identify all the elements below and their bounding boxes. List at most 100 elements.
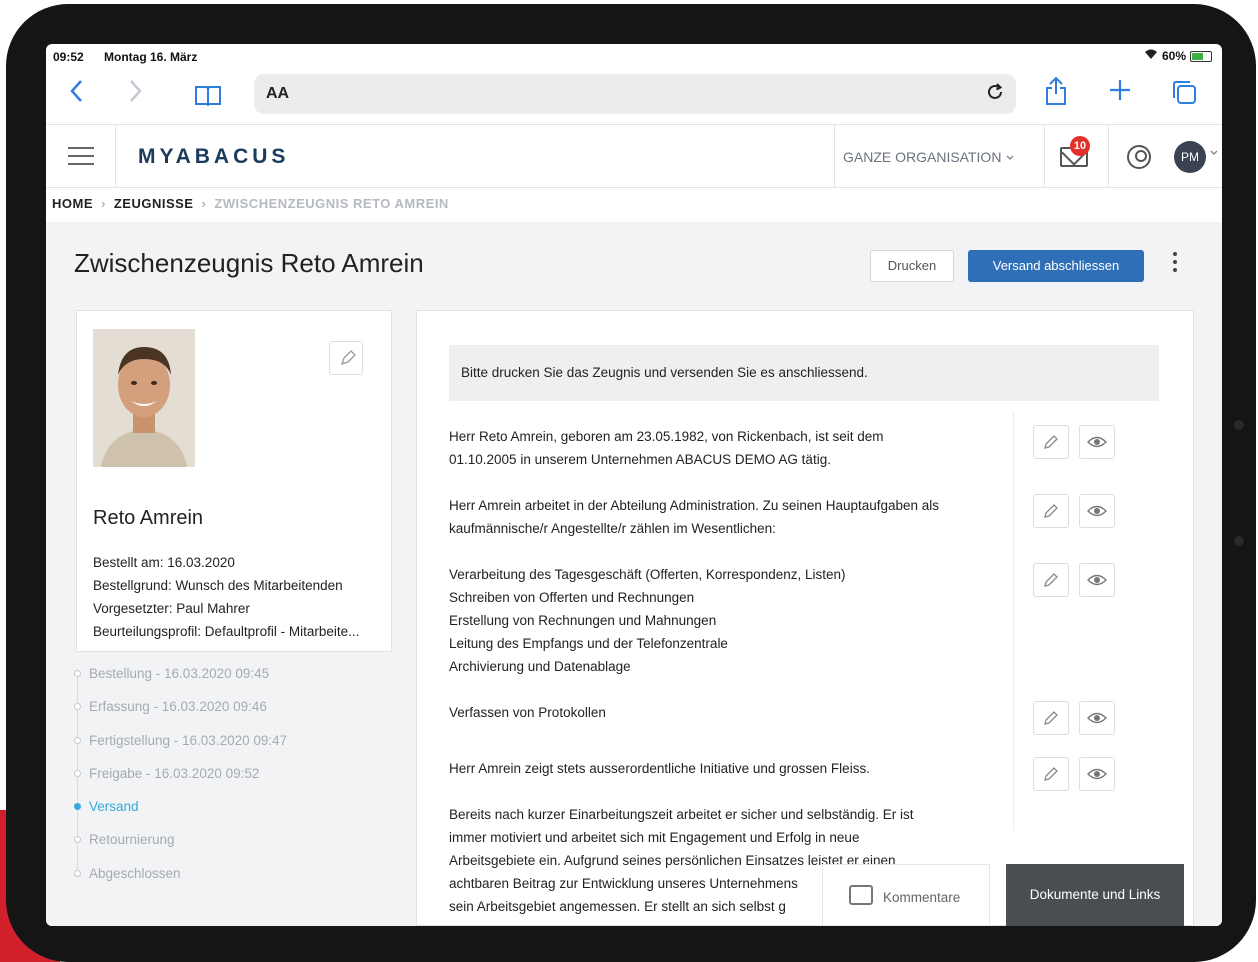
- eye-icon: [1087, 574, 1107, 586]
- pencil-icon: [1044, 504, 1058, 518]
- reload-icon[interactable]: [984, 81, 1006, 109]
- chevron-down-icon: [1005, 149, 1015, 165]
- pencil-icon: [1044, 711, 1058, 725]
- tablet-screen: 09:52 Montag 16. März 60% AA MYABACUS GA…: [46, 44, 1222, 926]
- employee-card: Reto Amrein Bestellt am: 16.03.2020 Best…: [76, 310, 392, 652]
- preview-paragraph-button[interactable]: [1079, 563, 1115, 597]
- bookmarks-icon[interactable]: [194, 82, 222, 112]
- timeline-dot: [74, 869, 81, 877]
- breadcrumb-zeugnisse[interactable]: ZEUGNISSE: [114, 196, 194, 211]
- edit-paragraph-button[interactable]: [1033, 701, 1069, 735]
- battery-percent: 60%: [1161, 49, 1186, 63]
- paragraph-actions: [1033, 494, 1115, 528]
- organization-selector[interactable]: GANZE ORGANISATION: [834, 125, 1044, 187]
- pencil-icon: [1044, 573, 1058, 587]
- paragraph-department: Herr Amrein arbeitet in der Abteilung Ad…: [449, 498, 940, 536]
- breadcrumb-home[interactable]: HOME: [52, 196, 93, 211]
- text-size-button[interactable]: AA: [266, 85, 289, 103]
- forward-icon[interactable]: [128, 78, 144, 110]
- documents-links-button[interactable]: Dokumente und Links: [1006, 864, 1184, 926]
- tabs-icon[interactable]: [1170, 78, 1198, 112]
- paragraph-actions: [1033, 757, 1115, 791]
- edit-paragraph-button[interactable]: [1033, 494, 1069, 528]
- edit-paragraph-button[interactable]: [1033, 563, 1069, 597]
- panel-divider: [1013, 411, 1014, 831]
- timeline-dot: [74, 836, 81, 844]
- timeline-step: Bestellung - 16.03.2020 09:45: [74, 666, 376, 699]
- breadcrumb-current: ZWISCHENZEUGNIS RETO AMREIN: [214, 196, 449, 211]
- paragraph-actions: [1033, 701, 1115, 735]
- battery-icon: [1190, 50, 1212, 62]
- organization-selector-label: GANZE ORGANISATION: [843, 149, 1002, 165]
- eye-icon: [1087, 505, 1107, 517]
- notifications-button[interactable]: 10: [1044, 125, 1108, 187]
- status-bar: 09:52 Montag 16. März 60%: [46, 44, 1222, 68]
- employee-name: Reto Amrein: [93, 507, 204, 529]
- timeline-dot: [74, 703, 81, 711]
- comments-button[interactable]: Kommentare: [822, 864, 990, 926]
- browser-toolbar: AA: [46, 68, 1222, 122]
- pencil-icon: [340, 350, 356, 366]
- user-profile-button[interactable]: [1108, 125, 1172, 187]
- back-icon[interactable]: [68, 78, 84, 110]
- eye-icon: [1087, 436, 1107, 448]
- paragraph-intro: Herr Reto Amrein, geboren am 23.05.1982,…: [449, 429, 884, 467]
- paragraph-initiative: Herr Amrein zeigt stets ausserordentlich…: [449, 761, 870, 776]
- eye-icon: [1087, 768, 1107, 780]
- timeline-step: Erfassung - 16.03.2020 09:46: [74, 699, 376, 732]
- timeline-step: Freigabe - 16.03.2020 09:52: [74, 766, 376, 799]
- share-icon[interactable]: [1044, 76, 1068, 112]
- paragraph-actions: [1033, 425, 1115, 459]
- order-reason: Bestellgrund: Wunsch des Mitarbeitenden: [93, 578, 343, 593]
- status-right: 60%: [1144, 49, 1212, 63]
- more-options-icon[interactable]: [1170, 252, 1180, 282]
- order-date: Bestellt am: 16.03.2020: [93, 555, 235, 570]
- address-bar[interactable]: AA: [254, 74, 1016, 114]
- timeline-dot: [74, 736, 81, 744]
- comment-icon: [849, 885, 873, 905]
- new-tab-icon[interactable]: [1108, 78, 1132, 108]
- finish-dispatch-button[interactable]: Versand abschliessen: [968, 250, 1144, 282]
- app-header: MYABACUS GANZE ORGANISATION 10 PM: [46, 124, 1222, 188]
- pencil-icon: [1044, 435, 1058, 449]
- menu-icon[interactable]: [46, 125, 116, 187]
- preview-paragraph-button[interactable]: [1079, 757, 1115, 791]
- device-side-dot: [1234, 536, 1244, 546]
- supervisor: Vorgesetzter: Paul Mahrer: [93, 601, 250, 616]
- status-date: Montag 16. März: [104, 50, 198, 64]
- pencil-icon: [1044, 767, 1058, 781]
- avatar-chevron-icon[interactable]: [1209, 149, 1219, 160]
- paragraph-tasks: Verarbeitung des Tagesgeschäft (Offerten…: [449, 567, 846, 674]
- breadcrumb-separator-icon: ›: [201, 196, 207, 211]
- edit-paragraph-button[interactable]: [1033, 425, 1069, 459]
- employee-photo: [93, 329, 195, 467]
- user-icon: [1127, 145, 1151, 169]
- breadcrumb: HOME › ZEUGNISSE › ZWISCHENZEUGNIS RETO …: [52, 196, 449, 211]
- status-timeline: Bestellung - 16.03.2020 09:45 Erfassung …: [74, 666, 376, 899]
- timeline-step: Retournierung: [74, 832, 376, 865]
- preview-paragraph-button[interactable]: [1079, 701, 1115, 735]
- device-side-dot: [1234, 420, 1244, 430]
- wifi-icon: [1144, 49, 1158, 63]
- print-button[interactable]: Drucken: [870, 250, 954, 282]
- preview-paragraph-button[interactable]: [1079, 494, 1115, 528]
- timeline-dot: [74, 670, 81, 677]
- employee-details: Bestellt am: 16.03.2020 Bestellgrund: Wu…: [93, 551, 389, 643]
- paragraph-actions: [1033, 563, 1115, 597]
- eye-icon: [1087, 712, 1107, 724]
- page-title: Zwischenzeugnis Reto Amrein: [74, 248, 424, 278]
- edit-employee-button[interactable]: [329, 341, 363, 375]
- notification-badge: 10: [1070, 136, 1090, 156]
- app-logo[interactable]: MYABACUS: [138, 145, 289, 169]
- edit-paragraph-button[interactable]: [1033, 757, 1069, 791]
- paragraph-protocols: Verfassen von Protokollen: [449, 705, 606, 720]
- breadcrumb-separator-icon: ›: [101, 196, 106, 211]
- comments-label: Kommentare: [883, 890, 961, 905]
- avatar[interactable]: PM: [1174, 141, 1206, 173]
- status-time: 09:52: [53, 50, 84, 64]
- content-area: Zwischenzeugnis Reto Amrein Drucken Vers…: [46, 222, 1222, 926]
- info-banner: Bitte drucken Sie das Zeugnis und versen…: [449, 345, 1159, 401]
- timeline-step: Fertigstellung - 16.03.2020 09:47: [74, 733, 376, 766]
- document-panel: Bitte drucken Sie das Zeugnis und versen…: [416, 310, 1194, 926]
- preview-paragraph-button[interactable]: [1079, 425, 1115, 459]
